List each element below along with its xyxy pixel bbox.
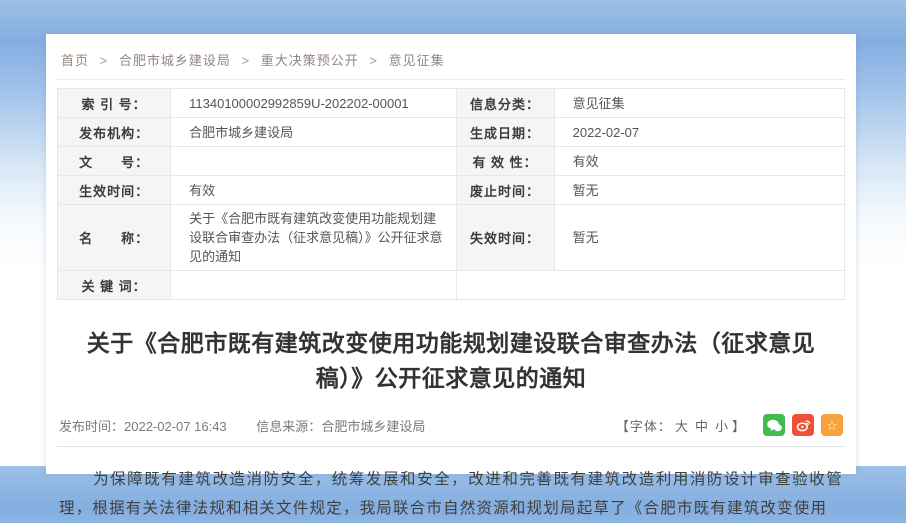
breadcrumb-bureau[interactable]: 合肥市城乡建设局 [119, 53, 231, 68]
info-category-label: 信息分类： [456, 89, 554, 118]
breadcrumb-home[interactable]: 首页 [61, 53, 89, 68]
breadcrumb-separator: > [369, 53, 378, 68]
keywords-label: 关 键 词： [58, 271, 171, 300]
table-row: 名 称： 关于《合肥市既有建筑改变使用功能规划建设联合审查办法（征求意见稿）》公… [58, 205, 845, 271]
font-size-small-button[interactable]: 小 [715, 419, 729, 434]
table-row: 生效时间： 有效 废止时间： 暂无 [58, 176, 845, 205]
repeal-time-label: 废止时间： [456, 176, 554, 205]
table-row: 索 引 号： 11340100002992859U-202202-00001 信… [58, 89, 845, 118]
index-number-value: 11340100002992859U-202202-00001 [171, 89, 456, 118]
repeal-time-value: 暂无 [554, 176, 844, 205]
breadcrumb-separator: > [100, 53, 109, 68]
font-size-large-button[interactable]: 大 [675, 419, 689, 434]
font-widget-suffix: 】 [732, 419, 746, 434]
article-meta-row: 发布时间：2022-02-07 16:43 信息来源：合肥市城乡建设局 【字体：… [57, 414, 845, 436]
article-body: 为保障既有建筑改造消防安全，统筹发展和安全，改进和完善既有建筑改造利用消防设计审… [57, 465, 845, 523]
publish-info: 发布时间：2022-02-07 16:43 信息来源：合肥市城乡建设局 [59, 416, 451, 435]
share-bar: ☆ [756, 414, 843, 436]
table-row: 发布机构： 合肥市城乡建设局 生成日期： 2022-02-07 [58, 118, 845, 147]
expiry-time-label: 失效时间： [456, 205, 554, 271]
empty-cell [456, 271, 845, 300]
font-widget-prefix: 【字体： [616, 419, 672, 434]
breadcrumb-pre-disclosure[interactable]: 重大决策预公开 [261, 53, 359, 68]
publisher-value: 合肥市城乡建设局 [171, 118, 456, 147]
content-panel: 首页 > 合肥市城乡建设局 > 重大决策预公开 > 意见征集 索 引 号： 11… [46, 34, 856, 474]
breadcrumb: 首页 > 合肥市城乡建设局 > 重大决策预公开 > 意见征集 [57, 48, 845, 79]
source-value: 合肥市城乡建设局 [321, 419, 425, 434]
weibo-share-icon[interactable] [792, 414, 814, 436]
breadcrumb-divider [57, 79, 845, 80]
article-tools: 【字体：大中小】 ☆ [616, 414, 843, 436]
info-category-value: 意见征集 [554, 89, 844, 118]
breadcrumb-separator: > [242, 53, 251, 68]
effective-time-label: 生效时间： [58, 176, 171, 205]
breadcrumb-opinion-collection[interactable]: 意见征集 [389, 53, 445, 68]
wechat-share-icon[interactable] [763, 414, 785, 436]
publisher-label: 发布机构： [58, 118, 171, 147]
font-size-widget: 【字体：大中小】 [616, 416, 746, 435]
publish-time-value: 2022-02-07 16:43 [124, 419, 227, 434]
publish-time-label: 发布时间： [59, 419, 124, 434]
table-row: 关 键 词： [58, 271, 845, 300]
generate-date-value: 2022-02-07 [554, 118, 844, 147]
validity-label: 有 效 性： [456, 147, 554, 176]
keywords-value [171, 271, 456, 300]
doc-number-label: 文 号： [58, 147, 171, 176]
name-value: 关于《合肥市既有建筑改变使用功能规划建设联合审查办法（征求意见稿）》公开征求意见… [171, 205, 456, 271]
expiry-time-value: 暂无 [554, 205, 844, 271]
generate-date-label: 生成日期： [456, 118, 554, 147]
document-meta-table: 索 引 号： 11340100002992859U-202202-00001 信… [57, 88, 845, 300]
validity-value: 有效 [554, 147, 844, 176]
font-size-medium-button[interactable]: 中 [695, 419, 709, 434]
index-number-label: 索 引 号： [58, 89, 171, 118]
source-label: 信息来源： [256, 419, 321, 434]
favorite-star-icon[interactable]: ☆ [821, 414, 843, 436]
table-row: 文 号： 有 效 性： 有效 [58, 147, 845, 176]
doc-number-value [171, 147, 456, 176]
content-divider [57, 446, 845, 447]
effective-time-value: 有效 [171, 176, 456, 205]
name-label: 名 称： [58, 205, 171, 271]
page-title: 关于《合肥市既有建筑改变使用功能规划建设联合审查办法（征求意见稿）》公开征求意见… [81, 326, 821, 396]
